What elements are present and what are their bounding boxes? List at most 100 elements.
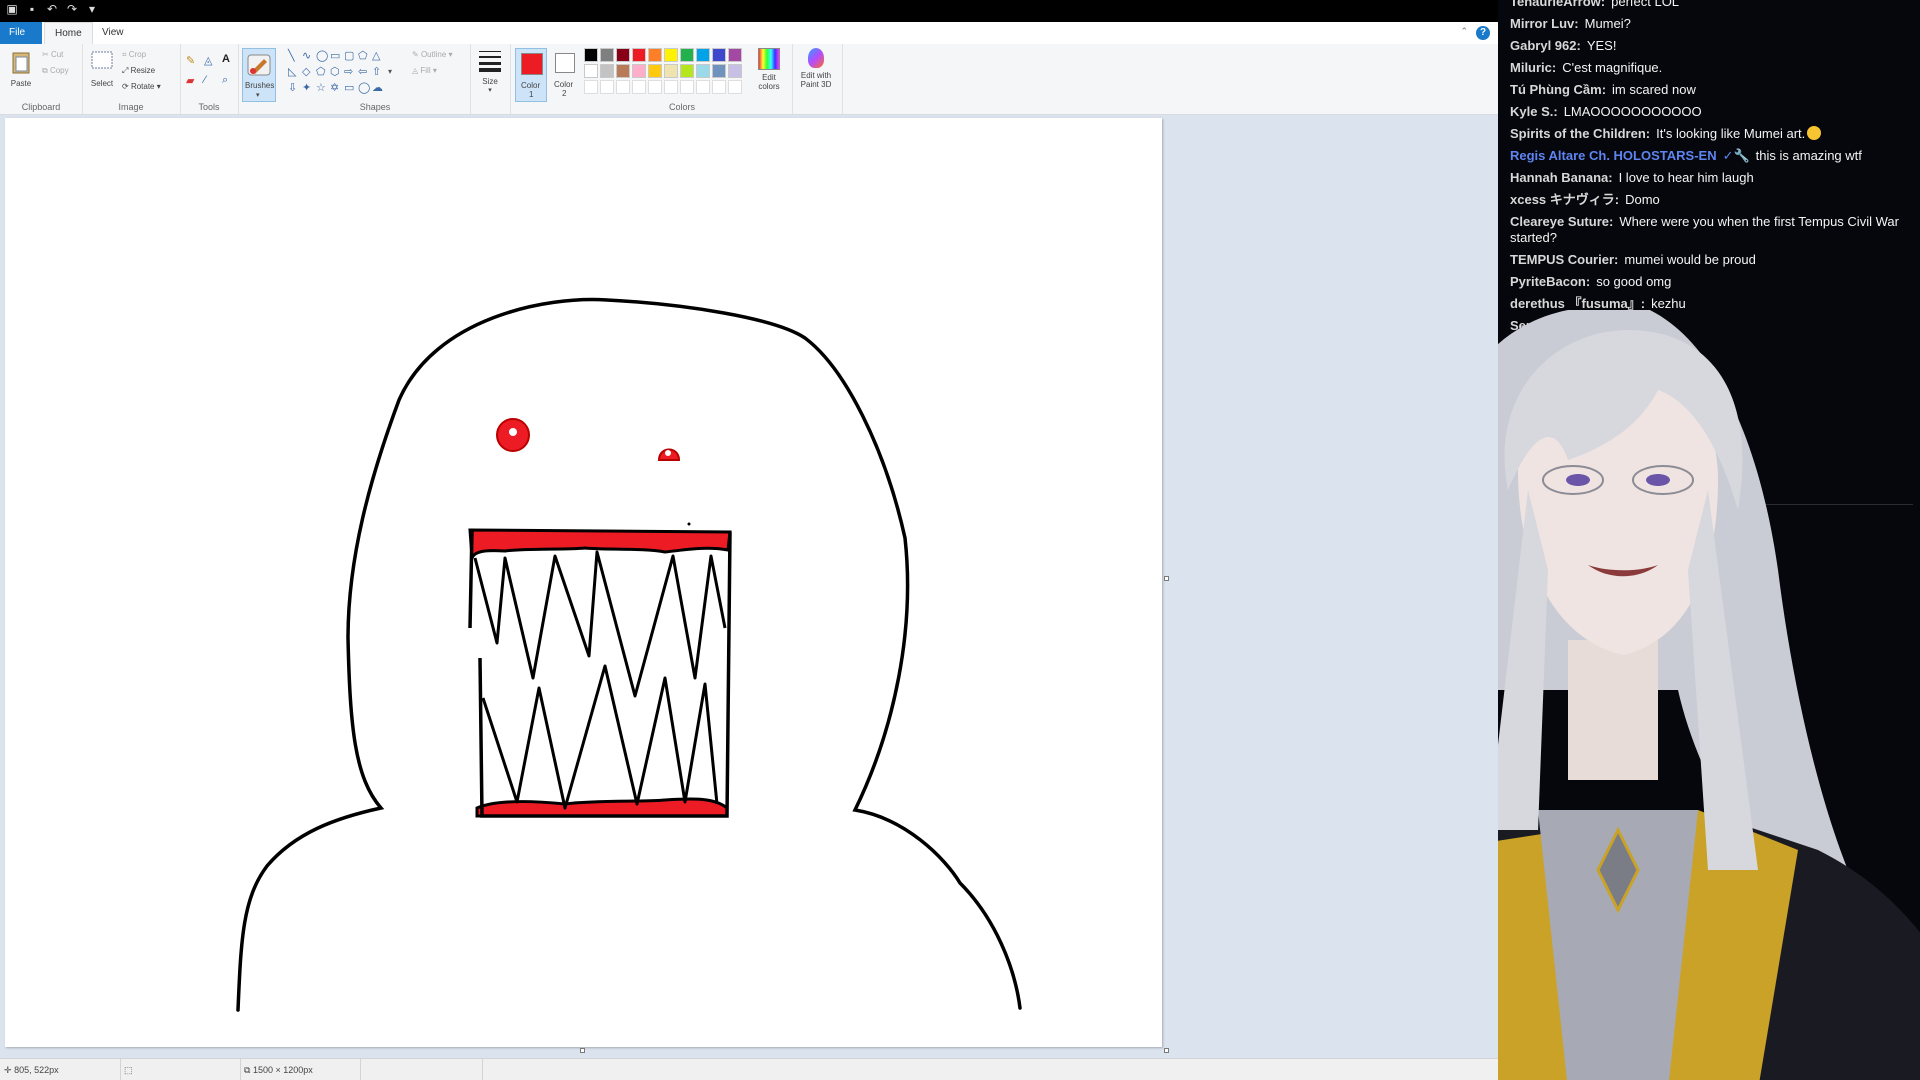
paste-button[interactable]: Paste: [6, 50, 36, 88]
line-shape-icon[interactable]: ╲: [288, 50, 295, 62]
four-point-star-shape-icon[interactable]: ✦: [302, 82, 311, 94]
up-arrow-shape-icon[interactable]: ⇧: [372, 66, 381, 78]
palette-swatch[interactable]: [728, 64, 742, 78]
save-icon[interactable]: ▪: [26, 3, 38, 15]
text-tool-icon[interactable]: A: [222, 53, 230, 65]
palette-swatch[interactable]: [648, 64, 662, 78]
callout-oval-shape-icon[interactable]: ◯: [358, 82, 370, 94]
palette-swatch[interactable]: [616, 64, 630, 78]
six-point-star-shape-icon[interactable]: ✡: [330, 82, 339, 94]
down-arrow-shape-icon[interactable]: ⇩: [288, 82, 297, 94]
palette-swatch[interactable]: [728, 48, 742, 62]
cut-button[interactable]: ✂ Cut: [42, 50, 63, 59]
shapes-more-icon[interactable]: ▾: [388, 66, 392, 78]
outline-dropdown[interactable]: ✎ Outline ▾: [412, 50, 453, 59]
resize-handle-bottom[interactable]: [580, 1048, 585, 1053]
cloud-shape-icon[interactable]: ☁: [372, 82, 383, 94]
edit-with-paint3d-button[interactable]: Edit with Paint 3D: [792, 48, 840, 89]
minimize-ribbon-icon[interactable]: ⌃: [1460, 26, 1468, 37]
magnifier-icon[interactable]: ⌕: [222, 74, 228, 87]
left-arrow-shape-icon[interactable]: ⇦: [358, 66, 367, 78]
custom-color-slot[interactable]: [600, 80, 614, 94]
drawing-canvas[interactable]: [5, 118, 1162, 1047]
chat-author[interactable]: TenaurieArrow:: [1510, 0, 1605, 9]
right-arrow-shape-icon[interactable]: ⇨: [344, 66, 353, 78]
resize-handle-corner[interactable]: [1164, 1048, 1169, 1053]
pencil-icon[interactable]: ✎: [186, 54, 195, 67]
custom-color-slot[interactable]: [712, 80, 726, 94]
palette-swatch[interactable]: [584, 48, 598, 62]
redo-icon[interactable]: ↷: [66, 3, 78, 15]
chat-author[interactable]: derethus 『fusuma』:: [1510, 296, 1645, 311]
palette-swatch[interactable]: [680, 48, 694, 62]
crop-button[interactable]: ⌗ Crop: [122, 50, 146, 60]
palette-swatch[interactable]: [664, 64, 678, 78]
fill-dropdown[interactable]: ◬ Fill ▾: [412, 66, 437, 75]
diamond-shape-icon[interactable]: ◇: [302, 66, 310, 78]
edit-colors-button[interactable]: Edit colors: [754, 48, 784, 91]
chat-author[interactable]: Regis Altare Ch. HOLOSTARS-EN: [1510, 148, 1717, 163]
pentagon-shape-icon[interactable]: ⬠: [316, 66, 326, 78]
custom-color-slot[interactable]: [728, 80, 742, 94]
rectangle-shape-icon[interactable]: ▭: [330, 50, 340, 62]
custom-color-slot[interactable]: [584, 80, 598, 94]
callout-rect-shape-icon[interactable]: ▭: [344, 82, 354, 94]
palette-swatch[interactable]: [664, 48, 678, 62]
copy-button[interactable]: ⧉ Copy: [42, 66, 69, 76]
tab-file[interactable]: File: [0, 22, 42, 44]
custom-color-slot[interactable]: [680, 80, 694, 94]
color1-button[interactable]: Color 1: [515, 48, 547, 102]
brushes-button[interactable]: Brushes ▾: [242, 48, 276, 102]
customize-toolbar-icon[interactable]: ▾: [86, 3, 98, 15]
palette-swatch[interactable]: [632, 48, 646, 62]
custom-color-slot[interactable]: [616, 80, 630, 94]
chat-author[interactable]: xcess キナヴィラ:: [1510, 192, 1619, 207]
palette-swatch[interactable]: [584, 64, 598, 78]
color2-button[interactable]: Color 2: [550, 48, 580, 100]
custom-color-slot[interactable]: [632, 80, 646, 94]
palette-swatch[interactable]: [680, 64, 694, 78]
palette-swatch[interactable]: [600, 48, 614, 62]
palette-swatch[interactable]: [600, 64, 614, 78]
palette-swatch[interactable]: [616, 48, 630, 62]
select-button[interactable]: Select: [88, 50, 116, 88]
right-triangle-shape-icon[interactable]: ◺: [288, 66, 296, 78]
chat-author[interactable]: Mirror Luv:: [1510, 16, 1579, 31]
chat-author[interactable]: Hannah Banana:: [1510, 170, 1613, 185]
hexagon-shape-icon[interactable]: ⬡: [330, 66, 340, 78]
tab-home[interactable]: Home: [44, 22, 93, 45]
custom-color-slot[interactable]: [696, 80, 710, 94]
five-point-star-shape-icon[interactable]: ☆: [316, 82, 326, 94]
custom-color-slot[interactable]: [664, 80, 678, 94]
oval-shape-icon[interactable]: ◯: [316, 50, 328, 62]
chat-author[interactable]: Tú Phùng Cầm:: [1510, 82, 1606, 97]
chat-author[interactable]: Miluric:: [1510, 60, 1556, 75]
eraser-icon[interactable]: ▰: [186, 74, 194, 87]
polygon-shape-icon[interactable]: ⬠: [358, 50, 368, 62]
custom-color-slot[interactable]: [648, 80, 662, 94]
resize-handle-right[interactable]: [1164, 576, 1169, 581]
palette-swatch[interactable]: [712, 64, 726, 78]
chat-author[interactable]: Spirits of the Children:: [1510, 126, 1650, 141]
color-picker-icon[interactable]: ⁄: [204, 74, 206, 86]
tab-view[interactable]: View: [92, 22, 134, 44]
palette-swatch[interactable]: [696, 64, 710, 78]
curve-shape-icon[interactable]: ∿: [302, 50, 311, 62]
help-icon[interactable]: ?: [1476, 26, 1490, 40]
chat-author[interactable]: Gabryl 962:: [1510, 38, 1581, 53]
palette-swatch[interactable]: [696, 48, 710, 62]
size-button[interactable]: Size ▾: [475, 48, 505, 94]
triangle-shape-icon[interactable]: △: [372, 50, 380, 62]
palette-swatch[interactable]: [712, 48, 726, 62]
chat-author[interactable]: PyriteBacon:: [1510, 274, 1590, 289]
chat-author[interactable]: Kyle S.:: [1510, 104, 1558, 119]
undo-icon[interactable]: ↶: [46, 3, 58, 15]
palette-swatch[interactable]: [632, 64, 646, 78]
palette-swatch[interactable]: [648, 48, 662, 62]
chat-author[interactable]: TEMPUS Courier:: [1510, 252, 1618, 267]
rounded-rectangle-shape-icon[interactable]: ▢: [344, 50, 354, 62]
rotate-button[interactable]: ⟳ Rotate ▾: [122, 82, 161, 91]
chat-author[interactable]: Cleareye Suture:: [1510, 214, 1613, 229]
resize-button[interactable]: ⤢ Resize: [122, 66, 155, 76]
fill-bucket-icon[interactable]: ◬: [204, 54, 212, 67]
